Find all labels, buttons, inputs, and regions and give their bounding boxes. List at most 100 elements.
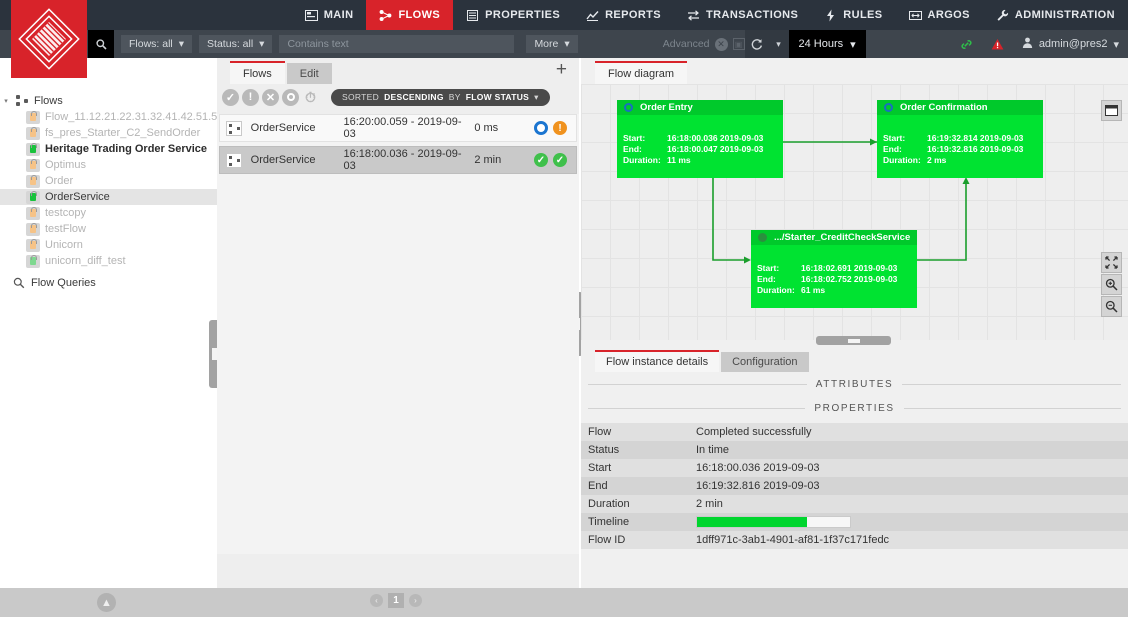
- nav-item-argos[interactable]: ARGOS: [896, 0, 983, 30]
- attributes-section-header: ATTRIBUTES: [581, 372, 1128, 396]
- sort-dropdown[interactable]: SORTED DESCENDING BY FLOW STATUS ▾: [331, 88, 550, 106]
- panel-toggle-icon[interactable]: [1101, 100, 1122, 121]
- nav-label: RULES: [843, 9, 883, 21]
- nav-label: ADMINISTRATION: [1014, 9, 1115, 21]
- table-row[interactable]: OrderService 16:20:00.059 - 2019-09-03 0…: [219, 114, 577, 142]
- reports-icon: [586, 9, 599, 22]
- tab-flow-instance-details[interactable]: Flow instance details: [595, 350, 720, 372]
- status-filter-dropdown[interactable]: Status: all ▾: [199, 35, 273, 53]
- chevron-down-icon: ▾: [564, 38, 570, 50]
- link-status-icon[interactable]: [951, 38, 982, 51]
- search-icon[interactable]: [88, 30, 114, 58]
- status-badge-running: [534, 121, 548, 135]
- prev-page-button[interactable]: ‹: [370, 594, 383, 607]
- tree-root-flows[interactable]: ▾ Flows: [0, 93, 217, 109]
- node-start-value: 16:18:00.036 2019-09-03: [667, 133, 764, 143]
- tree-item-flow-9[interactable]: unicorn_diff_test: [0, 253, 217, 269]
- tree-item-flow-4[interactable]: Order: [0, 173, 217, 189]
- tree-item-orderservice[interactable]: OrderService: [0, 189, 217, 205]
- timer-filter-icon[interactable]: ⏱: [302, 89, 319, 106]
- user-menu[interactable]: admin@pres2 ▾: [1013, 37, 1128, 51]
- divider-right: [902, 383, 1122, 385]
- properties-label: PROPERTIES: [814, 402, 895, 414]
- more-dropdown[interactable]: More ▾: [526, 35, 578, 53]
- nav-item-transactions[interactable]: TRANSACTIONS: [674, 0, 811, 30]
- flows-filter-dropdown[interactable]: Flows: all ▾: [121, 35, 193, 53]
- nav-label: ARGOS: [927, 9, 970, 21]
- property-value: 16:19:32.816 2019-09-03: [696, 480, 820, 492]
- nav-item-rules[interactable]: RULES: [811, 0, 895, 30]
- tree-item-flow-7[interactable]: testFlow: [0, 221, 217, 237]
- flow-lock-icon: [26, 238, 40, 252]
- diagram-node-order-confirmation[interactable]: Order Confirmation Start: 16:19:32.814 20…: [877, 100, 1043, 178]
- clear-icon[interactable]: ✕: [714, 37, 728, 51]
- main-icon: [304, 9, 318, 22]
- flow-lock-icon: [26, 190, 40, 204]
- diagram-details-splitter[interactable]: [816, 336, 891, 345]
- expand-triangle-icon[interactable]: ▾: [2, 97, 10, 105]
- search-input[interactable]: Contains text: [279, 35, 515, 53]
- diagram-node-order-entry[interactable]: Order Entry Start: 16:18:00.036 2019-09-0…: [617, 100, 783, 178]
- refresh-options-caret[interactable]: ▾: [768, 30, 789, 58]
- tree-item-label: testFlow: [45, 223, 86, 235]
- current-page[interactable]: 1: [388, 593, 404, 608]
- diagram-node-credit-check-service[interactable]: .../Starter_CreditCheckService Start: 16:…: [751, 230, 917, 308]
- search-icon: [12, 277, 26, 290]
- flows-filter-label: Flows: all: [129, 38, 173, 50]
- flow-status-badges: ✓ ✓: [534, 153, 567, 167]
- pagination: ‹ 1 ›: [370, 593, 422, 608]
- flow-diagram-canvas[interactable]: Order Entry Start: 16:18:00.036 2019-09-0…: [581, 84, 1128, 340]
- nav-item-properties[interactable]: PROPERTIES: [453, 0, 573, 30]
- tree-item-flow-0[interactable]: Flow_11.12.21.22.31.32.41.42.51.52: [0, 109, 217, 125]
- nav-item-flows[interactable]: FLOWS: [366, 0, 454, 30]
- property-value: In time: [696, 444, 730, 456]
- properties-section-header: PROPERTIES: [581, 396, 1128, 420]
- circle-filter-icon[interactable]: [282, 88, 299, 106]
- table-row[interactable]: OrderService 16:18:00.036 - 2019-09-03 2…: [219, 146, 577, 174]
- chevron-down-icon: ▾: [259, 38, 265, 50]
- scroll-top-button[interactable]: ▲: [97, 593, 116, 612]
- flows-node-icon: [15, 95, 29, 108]
- error-filter-icon[interactable]: ✕: [262, 88, 279, 106]
- alert-icon[interactable]: [982, 38, 1013, 51]
- node-end-label: End:: [623, 144, 642, 154]
- add-tab-button[interactable]: +: [556, 60, 567, 79]
- details-tabstrip: Flow instance details Configuration: [581, 347, 1128, 372]
- divider-left: [588, 383, 807, 385]
- tab-flows[interactable]: Flows: [230, 61, 285, 84]
- tree-item-flow-queries[interactable]: Flow Queries: [0, 275, 217, 291]
- nav-item-administration[interactable]: ADMINISTRATION: [983, 0, 1128, 30]
- next-page-button[interactable]: ›: [409, 594, 422, 607]
- table-row: Status In time: [581, 441, 1128, 459]
- zoom-out-icon[interactable]: [1101, 296, 1122, 317]
- fit-screen-icon[interactable]: [1101, 252, 1122, 273]
- save-query-icon[interactable]: ▣: [732, 38, 745, 50]
- table-row: Flow ID 1dff971c-3ab1-4901-af81-1f37c171…: [581, 531, 1128, 549]
- circle-step-icon: [884, 103, 893, 112]
- time-range-label: 24 Hours: [798, 38, 844, 50]
- nav-label: PROPERTIES: [485, 9, 561, 21]
- tab-flow-diagram[interactable]: Flow diagram: [595, 61, 688, 84]
- info-filter-icon[interactable]: !: [242, 88, 259, 106]
- searchbar-right-group: admin@pres2 ▾: [951, 30, 1128, 58]
- property-key: Status: [588, 444, 620, 456]
- argos-icon: [908, 9, 922, 22]
- nav-label: TRANSACTIONS: [706, 9, 799, 21]
- time-range-dropdown[interactable]: 24 Hours ▾: [788, 30, 866, 58]
- nav-item-main[interactable]: MAIN: [292, 0, 367, 30]
- node-duration-value: 2 ms: [927, 155, 947, 165]
- nav-item-reports[interactable]: REPORTS: [573, 0, 674, 30]
- tree-item-flow-8[interactable]: Unicorn: [0, 237, 217, 253]
- tree-item-label: fs_pres_Starter_C2_SendOrder: [45, 127, 201, 139]
- tree-item-flow-6[interactable]: testcopy: [0, 205, 217, 221]
- tab-edit[interactable]: Edit: [286, 63, 332, 84]
- refresh-button[interactable]: [744, 30, 769, 58]
- nav-label: MAIN: [323, 9, 354, 21]
- check-filter-icon[interactable]: ✓: [222, 88, 239, 106]
- tree-item-flow-1[interactable]: fs_pres_Starter_C2_SendOrder: [0, 125, 217, 141]
- zoom-in-icon[interactable]: [1101, 274, 1122, 295]
- tree-item-flow-3[interactable]: Optimus: [0, 157, 217, 173]
- tab-configuration[interactable]: Configuration: [721, 352, 809, 372]
- tab-label: Flows: [243, 67, 272, 80]
- tree-item-flow-2[interactable]: Heritage Trading Order Service: [0, 141, 217, 157]
